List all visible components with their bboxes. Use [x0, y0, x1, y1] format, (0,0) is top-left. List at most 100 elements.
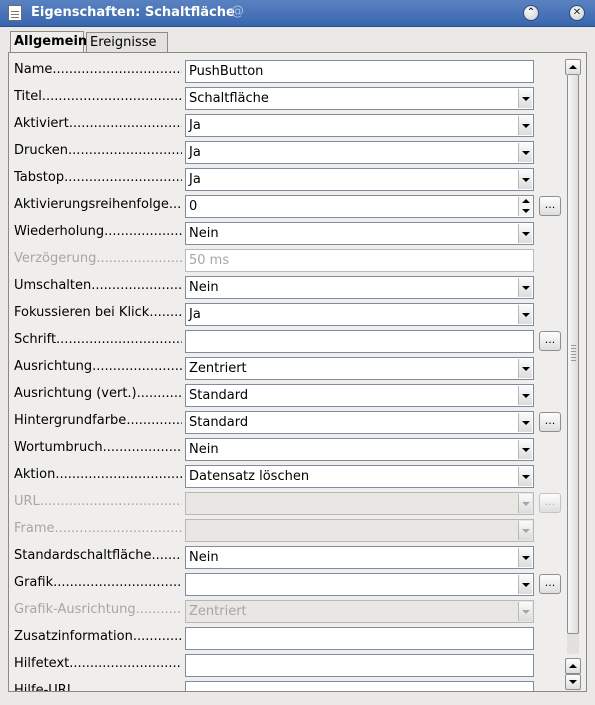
verzoegerung-value: 50 ms: [189, 253, 230, 268]
window-title: Eigenschaften: Schaltfläche: [31, 5, 235, 20]
property-row-umschalten: Umschalten Nein: [9, 274, 569, 301]
chevron-down-icon[interactable]: [518, 116, 532, 135]
property-label-text: Frame: [14, 521, 55, 536]
property-label-wiederholung: Wiederholung: [14, 224, 182, 242]
name-value: PushButton: [189, 64, 264, 79]
property-label-grafik-ausrichtung: Grafik-Ausrichtung: [14, 602, 182, 620]
wortumbruch-dropdown[interactable]: Nein: [185, 438, 534, 461]
property-label-frame: Frame: [14, 521, 182, 539]
tab-ereignisse[interactable]: Ereignisse: [86, 32, 168, 52]
standardschaltflaeche-dropdown[interactable]: Nein: [185, 546, 534, 569]
title-bar[interactable]: Eigenschaften: Schaltfläche @ ⌃ ✕: [0, 0, 595, 27]
property-row-aktiviert: Aktiviert Ja: [9, 112, 569, 139]
hintergrundfarbe-dropdown[interactable]: Standard: [185, 411, 534, 434]
aktiviert-value: Ja: [189, 118, 201, 133]
umschalten-dropdown[interactable]: Nein: [185, 276, 534, 299]
vertical-scrollbar[interactable]: [565, 56, 582, 690]
aktiviert-dropdown[interactable]: Ja: [185, 114, 534, 137]
tab-allgemein[interactable]: Allgemein: [10, 31, 87, 53]
chevron-down-icon[interactable]: [518, 575, 532, 594]
grafik-dropdown[interactable]: [185, 573, 534, 596]
close-button[interactable]: ✕: [569, 5, 585, 21]
chevron-down-icon[interactable]: [518, 386, 532, 405]
property-label-grafik: Grafik: [14, 575, 182, 593]
property-row-aktion: Aktion Datensatz löschen: [9, 463, 569, 490]
property-label-aktivierungsreihenfolge: Aktivierungsreihenfolge: [14, 197, 182, 215]
chevron-down-icon[interactable]: [518, 89, 532, 108]
aktion-value: Datensatz löschen: [189, 469, 310, 484]
chevron-down-icon[interactable]: [518, 359, 532, 378]
ausrichtung-vert-dropdown[interactable]: Standard: [185, 384, 534, 407]
url-more-button: ...: [539, 493, 561, 513]
property-row-grafik-ausrichtung: Grafik-Ausrichtung Zentriert: [9, 598, 569, 625]
hilfetext-field[interactable]: [185, 654, 534, 677]
hintergrundfarbe-value: Standard: [189, 415, 249, 430]
verzoegerung-field: 50 ms: [185, 249, 534, 272]
scroll-thumb[interactable]: [567, 74, 579, 634]
hintergrundfarbe-more-button[interactable]: ...: [539, 412, 561, 432]
scroll-down-button[interactable]: [565, 674, 581, 690]
property-row-frame: Frame: [9, 517, 569, 544]
chevron-down-icon[interactable]: [518, 278, 532, 297]
property-label-zusatzinformation: Zusatzinformation: [14, 629, 182, 647]
property-label-text: Wiederholung: [14, 224, 105, 239]
chevron-down-icon[interactable]: [518, 440, 532, 459]
titel-value: Schaltfläche: [189, 91, 269, 106]
aktion-dropdown[interactable]: Datensatz löschen: [185, 465, 534, 488]
property-row-grafik: Grafik...: [9, 571, 569, 598]
property-label-drucken: Drucken: [14, 143, 182, 161]
schrift-more-button[interactable]: ...: [539, 331, 561, 351]
chevron-down-icon[interactable]: [518, 170, 532, 189]
chevron-down-icon: [518, 521, 532, 540]
minimize-button[interactable]: ⌃: [523, 5, 539, 21]
wortumbruch-value: Nein: [189, 442, 219, 457]
property-label-schrift: Schrift: [14, 332, 182, 350]
chevron-down-icon[interactable]: [518, 305, 532, 324]
property-label-wortumbruch: Wortumbruch: [14, 440, 182, 458]
property-label-text: Fokussieren bei Klick: [14, 305, 150, 320]
zusatzinformation-field[interactable]: [185, 627, 534, 650]
wiederholung-dropdown[interactable]: Nein: [185, 222, 534, 245]
chevron-down-icon[interactable]: [518, 143, 532, 162]
aktivierungsreihenfolge-spinbox[interactable]: 0: [185, 195, 534, 218]
property-row-drucken: Drucken Ja: [9, 139, 569, 166]
aktivierungsreihenfolge-more-button[interactable]: ...: [539, 196, 561, 216]
standardschaltflaeche-value: Nein: [189, 550, 219, 565]
tabstop-dropdown[interactable]: Ja: [185, 168, 534, 191]
chevron-down-icon: [518, 602, 532, 621]
grip-icon: [571, 345, 576, 363]
chevron-down-icon[interactable]: [518, 224, 532, 243]
property-row-url: URL...: [9, 490, 569, 517]
titel-dropdown[interactable]: Schaltfläche: [185, 87, 534, 110]
property-row-aktivierungsreihenfolge: Aktivierungsreihenfolge 0...: [9, 193, 569, 220]
chevron-down-icon[interactable]: [518, 467, 532, 486]
name-field[interactable]: PushButton: [185, 60, 534, 83]
property-label-text: Tabstop: [14, 170, 65, 185]
property-row-zusatzinformation: Zusatzinformation: [9, 625, 569, 652]
schrift-field[interactable]: [185, 330, 534, 353]
property-label-text: Ausrichtung (vert.): [14, 386, 137, 401]
scroll-track[interactable]: [567, 74, 579, 654]
scroll-up-button-bottom[interactable]: [565, 658, 581, 674]
property-label-text: Zusatzinformation: [14, 629, 133, 644]
drucken-value: Ja: [189, 145, 201, 160]
chevron-down-icon[interactable]: [518, 548, 532, 567]
spin-up-icon[interactable]: [522, 199, 530, 203]
drucken-dropdown[interactable]: Ja: [185, 141, 534, 164]
chevron-down-icon[interactable]: [518, 413, 532, 432]
property-label-umschalten: Umschalten: [14, 278, 182, 296]
property-row-wortumbruch: Wortumbruch Nein: [9, 436, 569, 463]
property-label-text: Umschalten: [14, 278, 92, 293]
spin-down-icon[interactable]: [522, 209, 530, 213]
hilfe-url-field[interactable]: [185, 681, 534, 691]
scroll-up-button[interactable]: [565, 59, 581, 75]
spin-buttons[interactable]: [518, 197, 532, 216]
property-label-fokussieren-bei-klick: Fokussieren bei Klick: [14, 305, 182, 323]
frame-dropdown: [185, 519, 534, 542]
ausrichtung-dropdown[interactable]: Zentriert: [185, 357, 534, 380]
grafik-more-button[interactable]: ...: [539, 574, 561, 594]
property-label-text: Name: [14, 62, 53, 77]
property-label-text: Hilfe-URL: [14, 683, 75, 691]
property-row-standardschaltflaeche: Standardschaltfläche Nein: [9, 544, 569, 571]
fokussieren-bei-klick-dropdown[interactable]: Ja: [185, 303, 534, 326]
